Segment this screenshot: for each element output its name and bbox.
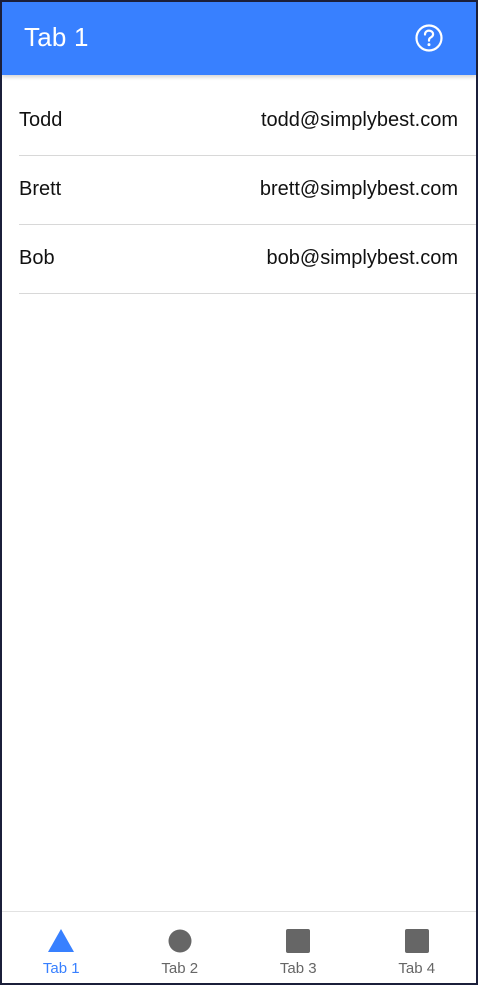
contact-name: Todd xyxy=(19,109,63,131)
tab-label: Tab 2 xyxy=(161,960,199,977)
contact-email: brett@simplybest.com xyxy=(259,178,458,200)
tab-3[interactable]: Tab 3 xyxy=(239,912,358,983)
tab-1[interactable]: Tab 1 xyxy=(2,912,121,983)
app-frame: Tab 1 Todd todd@simplybest.com Brett bre… xyxy=(0,0,478,985)
list-item[interactable]: Todd todd@simplybest.com xyxy=(19,87,476,156)
help-circle-icon xyxy=(415,24,443,52)
page-title: Tab 1 xyxy=(24,22,89,52)
tab-bar: Tab 1 Tab 2 Tab 3 Tab 4 xyxy=(2,911,477,983)
ellipse-icon xyxy=(168,929,192,953)
tab-label: Tab 4 xyxy=(398,960,436,977)
triangle-icon xyxy=(48,929,75,952)
tab-2[interactable]: Tab 2 xyxy=(121,912,240,983)
contact-email: bob@simplybest.com xyxy=(266,247,458,269)
contact-name: Brett xyxy=(19,178,62,200)
contact-email: todd@simplybest.com xyxy=(260,109,458,131)
list-item[interactable]: Bob bob@simplybest.com xyxy=(19,225,476,294)
toolbar: Tab 1 xyxy=(2,2,476,75)
tab-4[interactable]: Tab 4 xyxy=(358,912,477,983)
contact-list: Todd todd@simplybest.com Brett brett@sim… xyxy=(19,87,476,294)
tab-label: Tab 1 xyxy=(42,960,80,977)
tab-label: Tab 3 xyxy=(279,960,317,977)
contact-name: Bob xyxy=(19,247,55,269)
square-icon xyxy=(286,929,311,953)
square-icon xyxy=(404,929,429,953)
list-item[interactable]: Brett brett@simplybest.com xyxy=(19,156,476,225)
help-button[interactable] xyxy=(414,23,444,53)
